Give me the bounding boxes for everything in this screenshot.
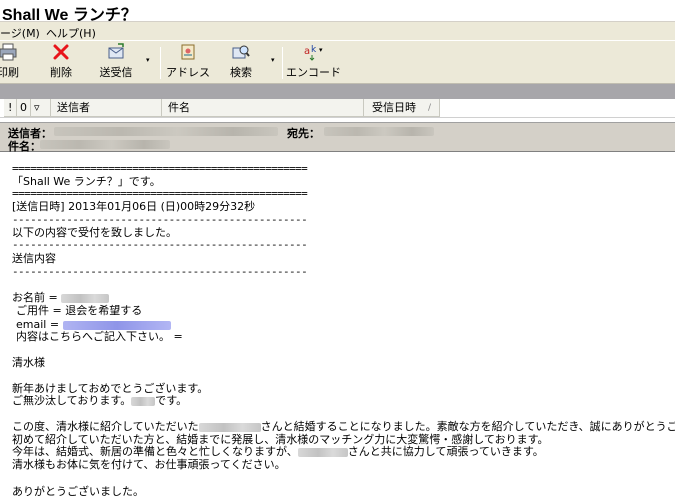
menu-help[interactable]: ヘルプ(H) bbox=[46, 25, 96, 41]
col-priority[interactable]: ! bbox=[4, 99, 17, 117]
print-button[interactable]: 印刷 bbox=[0, 43, 20, 83]
dash-rule-line: ----------------------------------------… bbox=[12, 238, 308, 251]
partner-name-redacted bbox=[297, 447, 348, 457]
partner-name-redacted bbox=[198, 422, 261, 432]
from-value-redacted bbox=[54, 127, 278, 136]
send-receive-button[interactable]: 送受信 bbox=[96, 43, 136, 83]
paragraph-line-3: 今年は、結婚式、新居の準備と色々と忙しくなりますが、 さんと共に協力して頑張ってい… bbox=[12, 445, 544, 458]
address-book-icon bbox=[179, 43, 197, 61]
dash-rule-line: ----------------------------------------… bbox=[12, 213, 308, 226]
greeting-line-2-start: ご無沙汰しております。 bbox=[12, 394, 132, 407]
message-body[interactable]: ========================================… bbox=[0, 152, 675, 502]
encoding-dropdown-icon[interactable]: ▾ bbox=[319, 46, 323, 54]
message-list-header: ! 0 ▿ 送信者 件名 受信日時 / bbox=[0, 99, 675, 118]
svg-text:k: k bbox=[311, 45, 317, 55]
to-label: 宛先： bbox=[287, 127, 320, 140]
print-label: 印刷 bbox=[0, 66, 19, 79]
greeting-line-2: ご無沙汰しております。 です。 bbox=[12, 394, 187, 407]
send-receive-icon bbox=[107, 43, 125, 61]
sender-name-redacted bbox=[131, 396, 156, 406]
address-button[interactable]: アドレス bbox=[166, 43, 210, 83]
search-icon bbox=[232, 43, 250, 61]
menu-bar: ージ(M) ヘルプ(H) bbox=[0, 21, 675, 40]
sort-indicator-icon: / bbox=[428, 103, 432, 113]
rule-line: ========================================… bbox=[12, 162, 308, 175]
toolbar-separator bbox=[282, 47, 283, 79]
closing-line: ありがとうございました。 bbox=[12, 485, 144, 498]
toolbar: 印刷 削除 送受信 ▾ アドレス 検索 ▾ ak エンコード ▾ bbox=[0, 40, 675, 84]
col-from[interactable]: 送信者 bbox=[51, 99, 162, 117]
content-line: 内容はこちらへご記入下さい。 = bbox=[16, 330, 183, 343]
dash-rule-line: ----------------------------------------… bbox=[12, 265, 308, 278]
sent-datetime-line: [送信日時] 2013年01月06日 (日)00時29分32秒 bbox=[12, 200, 256, 213]
delete-label: 削除 bbox=[50, 66, 72, 79]
preview-header: 送信者： 宛先： 件名： bbox=[0, 122, 675, 153]
address-label: アドレス bbox=[166, 66, 210, 79]
search-dropdown-icon[interactable]: ▾ bbox=[271, 56, 275, 64]
paragraph-line-3-end: さんと共に協力して頑張っていきます。 bbox=[347, 445, 544, 458]
email-link-redacted[interactable] bbox=[62, 320, 171, 330]
paragraph-line-1: この度、清水様に紹介していただいた さんと結婚することになりました。素敵な方を紹介… bbox=[12, 420, 675, 433]
paragraph-line-3-start: 今年は、結婚式、新居の準備と色々と忙しくなりますが、 bbox=[12, 445, 298, 458]
paragraph-line-4: 清水様もお体に気を付けて、お仕事頑張ってください。 bbox=[12, 458, 286, 471]
pane-separator bbox=[0, 84, 675, 99]
encoding-button[interactable]: ak エンコード bbox=[286, 43, 341, 83]
search-button[interactable]: 検索 bbox=[226, 43, 256, 83]
svg-text:a: a bbox=[304, 46, 310, 57]
name-line: お名前 = bbox=[12, 291, 110, 304]
send-receive-label: 送受信 bbox=[99, 66, 133, 79]
menu-page[interactable]: ージ(M) bbox=[0, 25, 40, 41]
delete-icon bbox=[52, 43, 70, 61]
purpose-line: ご用件 = 退会を希望する bbox=[16, 304, 143, 317]
col-received[interactable]: 受信日時 / bbox=[364, 99, 440, 117]
greeting-line-2-end: です。 bbox=[155, 394, 188, 407]
send-receive-dropdown-icon[interactable]: ▾ bbox=[146, 56, 150, 64]
search-label: 検索 bbox=[230, 66, 252, 79]
col-flag[interactable]: ▿ bbox=[31, 99, 51, 117]
col-attachment[interactable]: 0 bbox=[17, 99, 31, 117]
salutation-line: 清水様 bbox=[12, 356, 45, 369]
print-icon bbox=[0, 43, 17, 61]
subject-value-redacted bbox=[40, 140, 170, 149]
rule-line: ========================================… bbox=[12, 187, 308, 200]
to-value-redacted bbox=[324, 127, 434, 136]
delete-button[interactable]: 削除 bbox=[46, 43, 76, 83]
col-subject[interactable]: 件名 bbox=[162, 99, 364, 117]
name-redacted bbox=[61, 293, 110, 303]
encoding-label: エンコード bbox=[286, 66, 341, 79]
section-line: 送信内容 bbox=[12, 252, 56, 265]
col-received-label: 受信日時 bbox=[372, 101, 416, 114]
paragraph-line-1-end: さんと結婚することになりました。素敵な方を紹介していただき、誠にありがとうござい… bbox=[260, 420, 675, 433]
name-label: お名前 = bbox=[12, 291, 62, 304]
paragraph-line-1-start: この度、清水様に紹介していただいた bbox=[12, 420, 199, 433]
title-bar: Shall We ランチ？ bbox=[0, 0, 675, 24]
toolbar-separator bbox=[160, 47, 161, 79]
